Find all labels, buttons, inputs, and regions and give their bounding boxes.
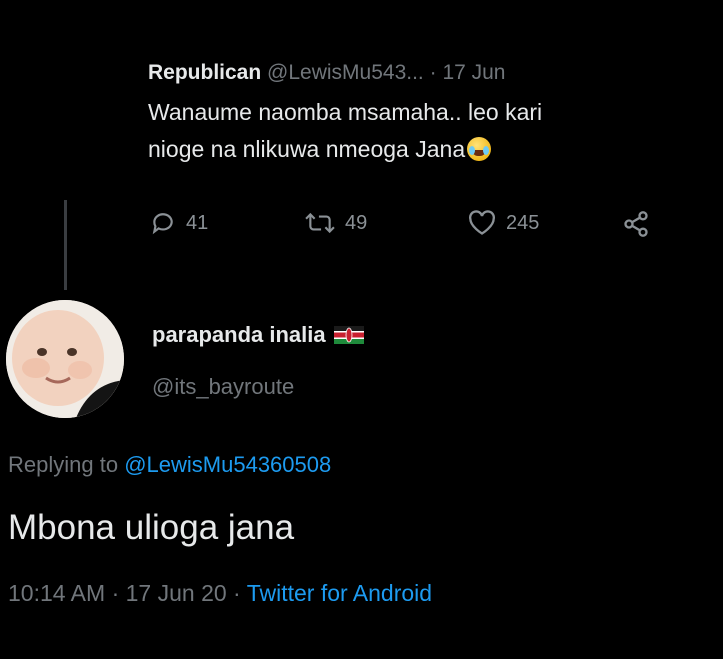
heart-icon [468,210,496,236]
reply-handle[interactable]: @its_bayroute [152,374,294,400]
like-count: 245 [506,211,540,234]
replying-to-mention-link[interactable]: @LewisMu54360508 [124,452,331,477]
parent-display-name[interactable]: Republican [148,61,261,84]
avatar[interactable] [6,300,124,418]
parent-text-line2-wrap: nioge na nlikuwa nmeoga Jana [148,131,718,168]
reply-action[interactable]: 41 [150,210,208,236]
retweet-count: 49 [345,211,368,234]
reply-display-name[interactable]: parapanda inalia [152,322,326,347]
reply-count: 41 [186,211,209,234]
replying-prefix: Replying to [8,452,119,477]
tweet-meta: 10:14 AM · 17 Jun 20 · Twitter for Andro… [8,580,432,607]
tweet-time[interactable]: 10:14 AM [8,580,105,606]
kenya-flag-icon [333,326,364,344]
reply-tweet-text: Mbona ulioga jana [8,508,295,547]
like-action[interactable]: 245 [468,210,539,236]
retweet-icon [305,210,335,236]
tweet-source-link[interactable]: Twitter for Android [247,580,432,606]
tears-of-joy-emoji-icon [467,137,492,161]
parent-date[interactable]: 17 Jun [442,61,505,84]
retweet-action[interactable]: 49 [305,210,367,236]
parent-text-line1: Wanaume naomba msamaha.. leo kari [148,99,543,125]
separator: · [226,580,247,606]
tweet-date[interactable]: 17 Jun 20 [126,580,227,606]
share-action[interactable] [622,210,650,238]
separator: · [423,61,443,84]
replying-to-line: Replying to @LewisMu54360508 [8,452,331,478]
separator: · [105,580,126,606]
parent-tweet-actions: 41 49 245 [150,210,670,246]
reply-icon [150,210,176,236]
parent-handle[interactable]: @LewisMu543... [267,61,424,84]
parent-text-line2: nioge na nlikuwa nmeoga Jana [148,136,466,162]
reply-display-name-row: parapanda inalia [152,322,364,348]
share-icon [622,210,650,238]
parent-tweet[interactable]: Republican @LewisMu543... · 17 Jun Wanau… [148,58,718,168]
parent-tweet-header: Republican @LewisMu543... · 17 Jun [148,58,718,88]
thread-line [64,200,67,290]
parent-tweet-text: Wanaume naomba msamaha.. leo kari nioge … [148,94,718,168]
